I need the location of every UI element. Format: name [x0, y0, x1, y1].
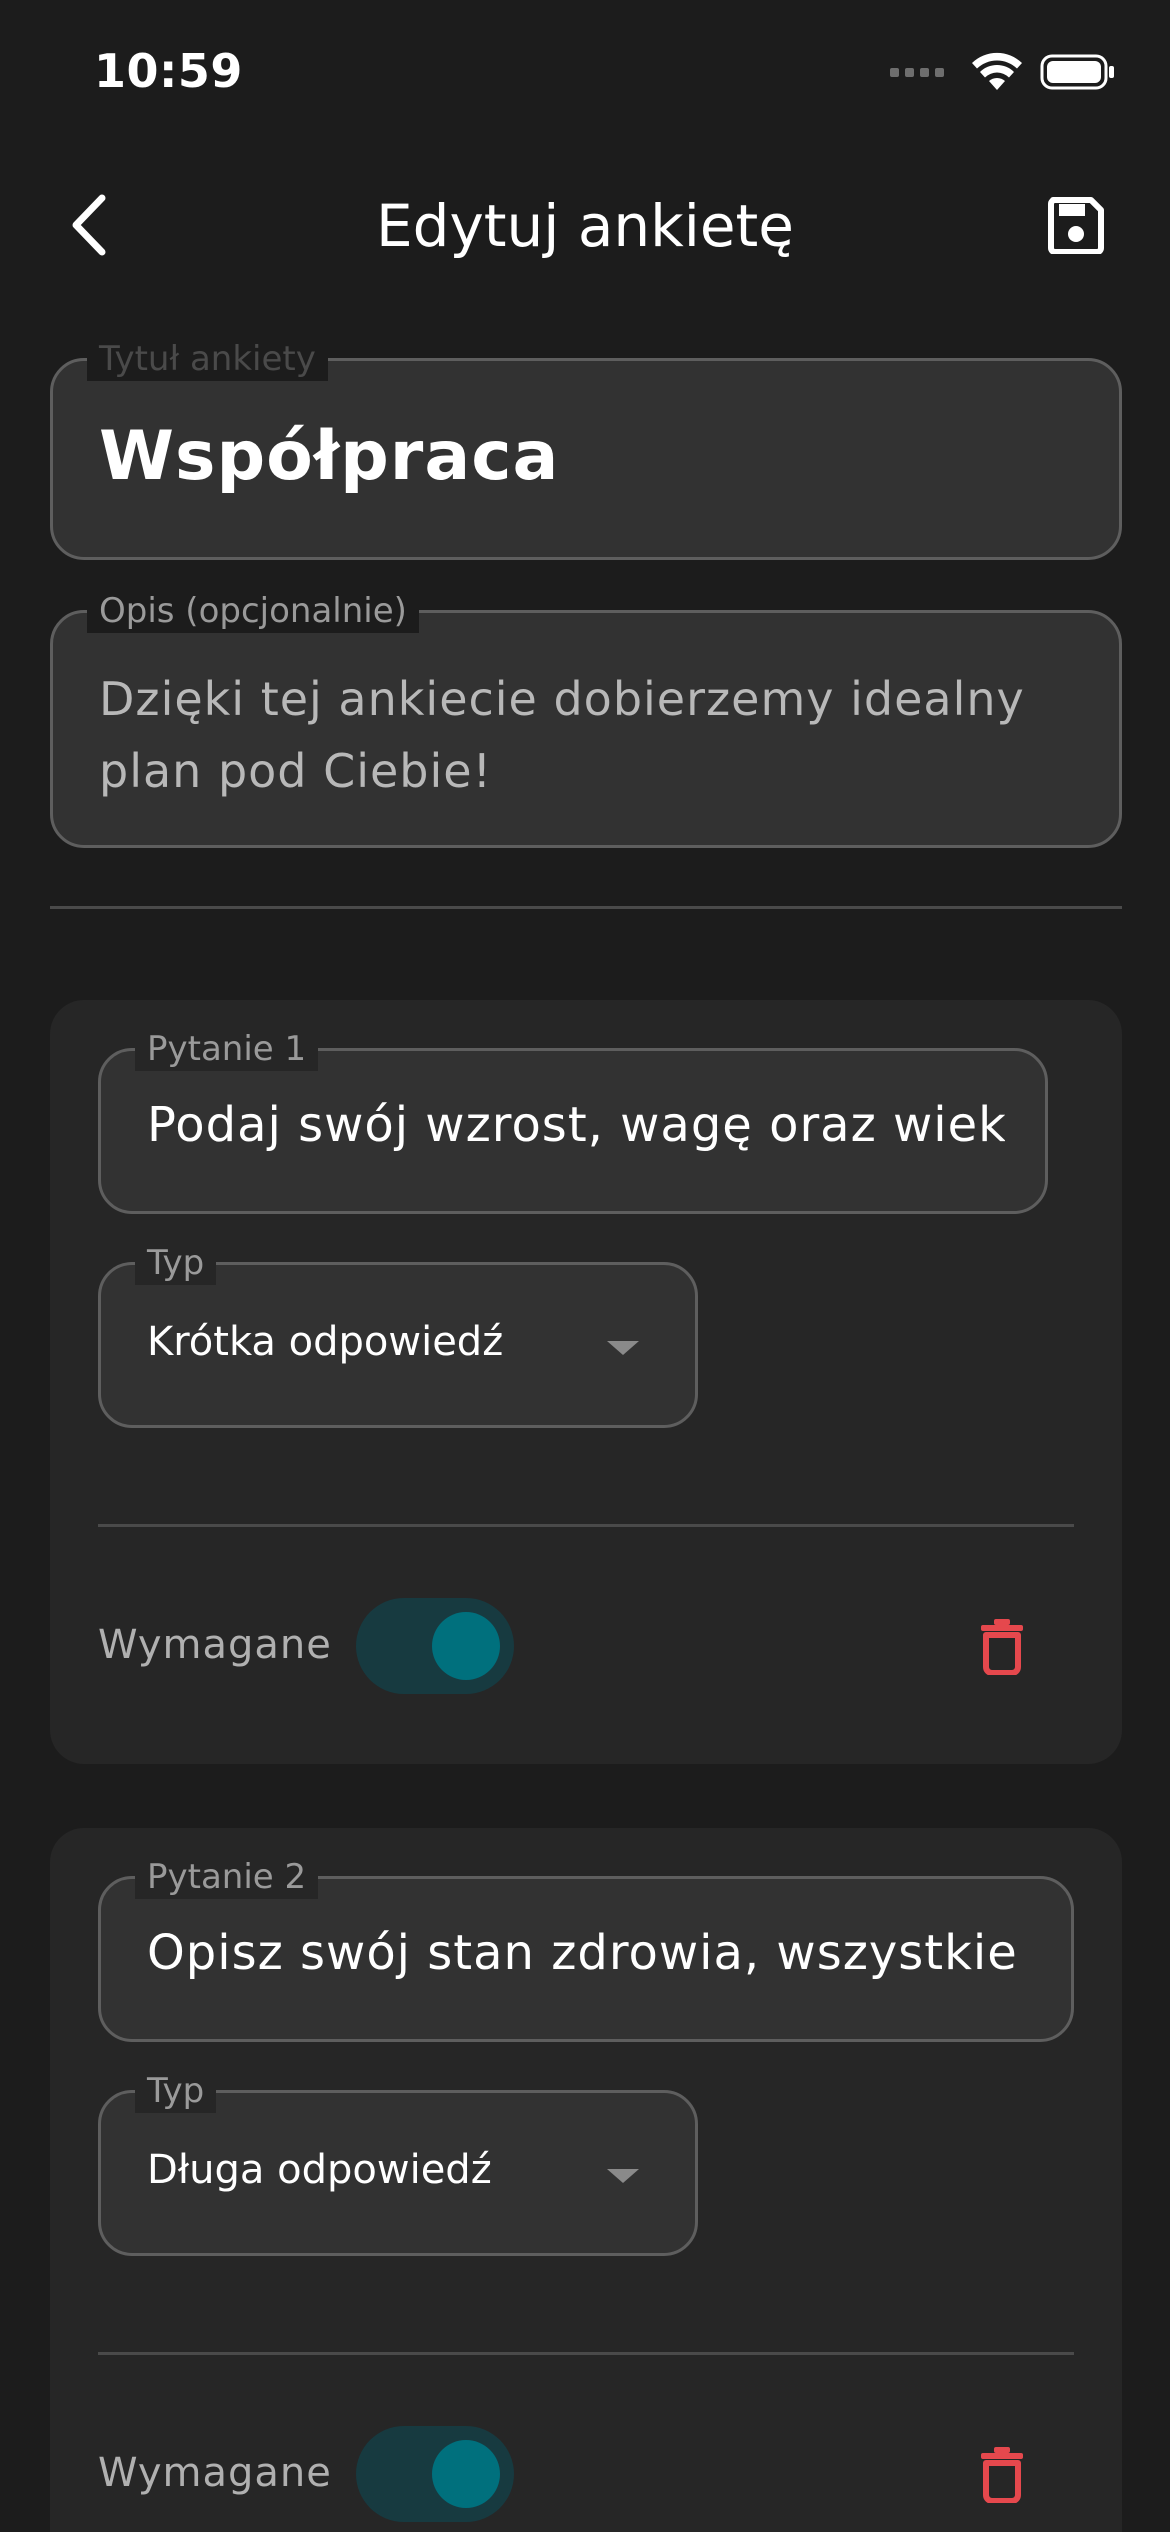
survey-title-input[interactable]: Współpraca: [99, 417, 1079, 496]
delete-question-button[interactable]: [962, 1606, 1042, 1686]
save-button[interactable]: [1026, 180, 1126, 270]
question-type-value: Długa odpowiedź: [147, 2147, 492, 2193]
required-toggle[interactable]: [356, 1598, 514, 1694]
signal-icon: [890, 67, 944, 77]
question-input[interactable]: Opisz swój stan zdrowia, wszystkie c: [147, 1925, 1031, 1981]
status-bar: 10:59: [0, 0, 1170, 150]
question-type-label: Typ: [135, 1241, 217, 1285]
page-title: Edytuj ankietę: [376, 192, 794, 260]
dropdown-arrow-icon: [607, 2169, 639, 2183]
toggle-knob: [432, 1612, 500, 1680]
survey-title-label: Tytuł ankiety: [87, 337, 328, 381]
edit-survey-screen: 10:59 Edytuj ankietę Tytuł ankiety Współ…: [0, 0, 1170, 2532]
required-label: Wymagane: [98, 1622, 332, 1668]
survey-title-field[interactable]: Tytuł ankiety Współpraca: [50, 337, 1122, 560]
question-card: Pytanie 2 Opisz swój stan zdrowia, wszys…: [50, 1828, 1122, 2532]
question-label: Pytanie 2: [135, 1855, 319, 1899]
status-icons: [890, 52, 1116, 92]
question-text-field[interactable]: Pytanie 1 Podaj swój wzrost, wagę oraz w…: [98, 1027, 1048, 1214]
required-label: Wymagane: [98, 2450, 332, 2496]
survey-description-label: Opis (opcjonalnie): [87, 589, 419, 633]
question-text-field[interactable]: Pytanie 2 Opisz swój stan zdrowia, wszys…: [98, 1855, 1074, 2042]
survey-description-input[interactable]: Dzięki tej ankiecie dobierzemy idealny p…: [99, 663, 1079, 807]
required-toggle[interactable]: [356, 2426, 514, 2522]
card-divider: [98, 2352, 1074, 2355]
question-type-label: Typ: [135, 2069, 217, 2113]
toggle-knob: [432, 2440, 500, 2508]
trash-icon: [981, 2447, 1023, 2503]
dropdown-arrow-icon: [607, 1341, 639, 1355]
floppy-disk-icon: [1048, 197, 1104, 254]
card-divider: [98, 1524, 1074, 1527]
question-card: Pytanie 1 Podaj swój wzrost, wagę oraz w…: [50, 1000, 1122, 1764]
question-type-value: Krótka odpowiedź: [147, 1319, 504, 1365]
delete-question-button[interactable]: [962, 2434, 1042, 2514]
question-type-select[interactable]: Typ Krótka odpowiedź: [98, 1241, 698, 1428]
wifi-icon: [972, 52, 1022, 90]
question-type-select[interactable]: Typ Długa odpowiedź: [98, 2069, 698, 2256]
survey-description-field[interactable]: Opis (opcjonalnie) Dzięki tej ankiecie d…: [50, 589, 1122, 848]
trash-icon: [981, 1619, 1023, 1675]
app-header: Edytuj ankietę: [0, 170, 1170, 280]
battery-icon: [1040, 54, 1114, 90]
section-divider: [50, 906, 1122, 909]
question-label: Pytanie 1: [135, 1027, 319, 1071]
status-time: 10:59: [94, 44, 243, 98]
question-input[interactable]: Podaj swój wzrost, wagę oraz wiek.: [147, 1097, 1005, 1153]
